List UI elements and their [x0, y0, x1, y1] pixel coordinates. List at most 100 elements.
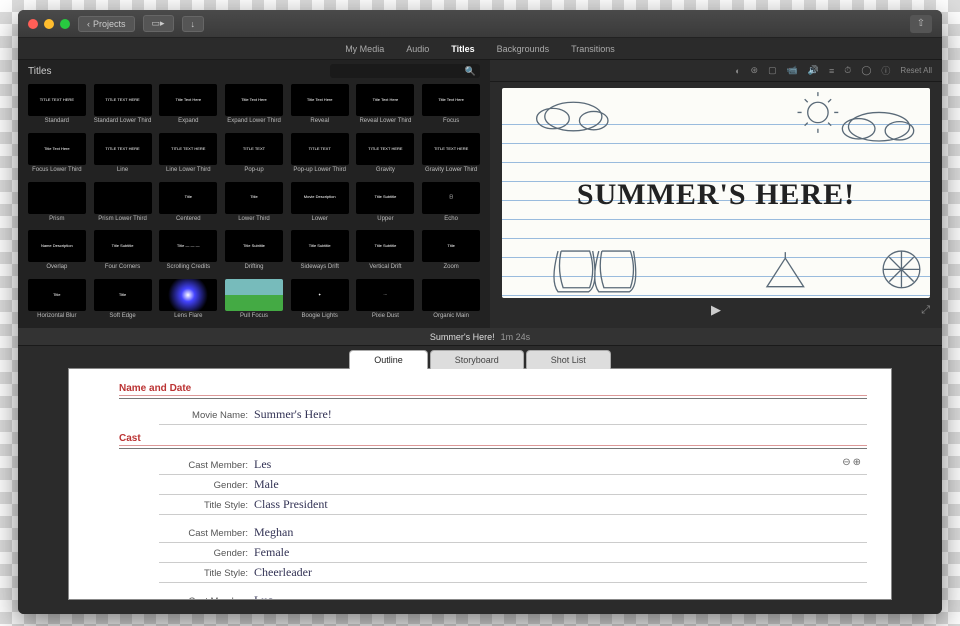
cast-member-row: Cast Member:Les⊖⊕ — [159, 455, 867, 475]
cast-style-value[interactable]: Class President — [254, 497, 328, 512]
cast-style-value[interactable]: Cheerleader — [254, 565, 312, 580]
title-tile[interactable]: TITLE TEXT HERELine Lower Third — [157, 133, 219, 180]
info-icon[interactable]: ⓘ — [881, 64, 890, 77]
title-tile[interactable]: TitleZoom — [420, 230, 482, 277]
title-tile[interactable]: TITLE TEXT HEREGravity Lower Third — [420, 133, 482, 180]
tile-thumb: Title — [225, 182, 283, 214]
title-tile[interactable]: Prism Lower Third — [92, 182, 154, 229]
title-tile[interactable]: Title Text HereFocus — [420, 84, 482, 131]
section-name-date: Name and Date — [119, 383, 867, 396]
title-tile[interactable]: Title Text HereReveal — [289, 84, 351, 131]
title-tile[interactable]: TITLE TEXT HERELine — [92, 133, 154, 180]
media-tab-transitions[interactable]: Transitions — [571, 44, 615, 54]
cast-gender-value[interactable]: Male — [254, 477, 279, 492]
title-tile[interactable]: TITLE TEXTPop-up Lower Third — [289, 133, 351, 180]
import-button[interactable]: ↓ — [182, 16, 205, 32]
reset-all-button[interactable]: Reset All — [900, 66, 932, 75]
tile-thumb: TITLE TEXT HERE — [94, 84, 152, 116]
title-tile[interactable]: TITLE TEXT HEREGravity — [355, 133, 417, 180]
title-tile[interactable]: TitleSoft Edge — [92, 279, 154, 326]
tile-label: Pop-up Lower Third — [293, 167, 346, 173]
title-tile[interactable]: Title Text HereExpand — [157, 84, 219, 131]
media-tab-titles[interactable]: Titles — [451, 44, 474, 54]
tile-thumb: TITLE TEXT HERE — [422, 133, 480, 165]
outline-sheet[interactable]: Name and Date Movie Name: Summer's Here!… — [68, 368, 892, 600]
title-tile[interactable]: Name DescriptionOverlap — [26, 230, 88, 277]
tile-thumb: Title Subtitle — [356, 230, 414, 262]
titlebar: ‹ Projects ▭▸ ↓ ⇧ — [18, 10, 942, 38]
title-tile[interactable]: Lens Flare — [157, 279, 219, 326]
tile-label: Reveal Lower Third — [359, 118, 411, 124]
library-toggle[interactable]: ▭▸ — [143, 15, 174, 32]
title-tile[interactable]: Title SubtitleDrifting — [223, 230, 285, 277]
title-tile[interactable]: Prism — [26, 182, 88, 229]
title-tile[interactable]: Title — — —Scrolling Credits — [157, 230, 219, 277]
tile-label: Prism Lower Third — [98, 216, 147, 222]
tile-label: Lower — [312, 216, 328, 222]
maximize-icon[interactable] — [60, 19, 70, 29]
tile-thumb: Title Text Here — [28, 133, 86, 165]
volume-icon[interactable]: 🔊 — [808, 65, 819, 76]
movie-name-value[interactable]: Summer's Here! — [254, 407, 332, 422]
title-tile[interactable]: Title SubtitleVertical Drift — [355, 230, 417, 277]
title-tile[interactable]: TitleHorizontal Blur — [26, 279, 88, 326]
tile-thumb: TITLE TEXT HERE — [28, 84, 86, 116]
tile-thumb: Title — [159, 182, 217, 214]
title-tile[interactable]: Title SubtitleFour Corners — [92, 230, 154, 277]
cast-member-value[interactable]: Meghan — [254, 525, 293, 540]
tile-thumb: Title — — — — [159, 230, 217, 262]
title-tile[interactable]: ···Pixie Dust — [355, 279, 417, 326]
project-bar: Summer's Here! 1m 24s — [18, 328, 942, 346]
media-tab-backgrounds[interactable]: Backgrounds — [497, 44, 550, 54]
preview-canvas[interactable]: SUMMER'S HERE! — [502, 88, 930, 298]
title-tile[interactable]: Pull Focus — [223, 279, 285, 326]
stabilize-icon[interactable]: 📹 — [787, 65, 798, 76]
preview-toolbar: ◐ ⊛ ▢ 📹 🔊 ≡ ⏱ ◯ ⓘ Reset All — [490, 60, 942, 82]
enhance-icon[interactable]: ◐ — [735, 66, 740, 76]
title-tile[interactable]: TitleLower Third — [223, 182, 285, 229]
title-tile[interactable]: Title Text HereFocus Lower Third — [26, 133, 88, 180]
remove-icon[interactable]: ⊖ — [842, 457, 852, 468]
share-button[interactable]: ⇧ — [910, 15, 932, 33]
title-tile[interactable]: Title SubtitleUpper — [355, 182, 417, 229]
tile-label: Upper — [377, 216, 393, 222]
title-tile[interactable]: TITLE TEXTPop-up — [223, 133, 285, 180]
title-tile[interactable]: TITLE TEXT HEREStandard — [26, 84, 88, 131]
tile-thumb: ··· — [356, 279, 414, 311]
search-input[interactable]: 🔍 — [330, 64, 480, 78]
title-tile[interactable]: Movie Description Lower — [289, 182, 351, 229]
crop-icon[interactable]: ▢ — [768, 65, 777, 76]
noise-icon[interactable]: ≡ — [829, 66, 834, 76]
title-tile[interactable]: Title Text HereExpand Lower Third — [223, 84, 285, 131]
media-tab-audio[interactable]: Audio — [406, 44, 429, 54]
tab-storyboard[interactable]: Storyboard — [430, 350, 524, 369]
minimize-icon[interactable] — [44, 19, 54, 29]
title-tile[interactable]: Title Text HereReveal Lower Third — [355, 84, 417, 131]
tile-thumb: Title Subtitle — [291, 230, 349, 262]
media-tab-my-media[interactable]: My Media — [345, 44, 384, 54]
tile-thumb: Movie Description — [291, 182, 349, 214]
cast-member-row: Cast Member:Meghan — [159, 523, 867, 543]
cast-member-value[interactable]: Les — [254, 457, 271, 472]
add-icon[interactable]: ⊕ — [853, 457, 863, 468]
tile-label: Horizontal Blur — [37, 313, 76, 319]
tab-outline[interactable]: Outline — [349, 350, 428, 369]
color-balance-icon[interactable]: ⊛ — [751, 65, 759, 76]
cast-gender-value[interactable]: Female — [254, 545, 289, 560]
play-button[interactable]: ▶ — [711, 302, 721, 318]
title-tile[interactable]: Organic Main — [420, 279, 482, 326]
filter-icon[interactable]: ◯ — [861, 65, 871, 76]
title-tile[interactable]: 日Echo — [420, 182, 482, 229]
tab-shot-list[interactable]: Shot List — [526, 350, 611, 369]
cast-member-value[interactable]: Luc — [254, 593, 273, 600]
tile-label: Line — [117, 167, 128, 173]
title-tile[interactable]: TitleCentered — [157, 182, 219, 229]
back-button[interactable]: ‹ Projects — [78, 16, 135, 32]
speed-icon[interactable]: ⏱ — [844, 65, 851, 76]
title-tile[interactable]: Title SubtitleSideways Drift — [289, 230, 351, 277]
close-icon[interactable] — [28, 19, 38, 29]
title-tile[interactable]: TITLE TEXT HEREStandard Lower Third — [92, 84, 154, 131]
fullscreen-icon[interactable]: ⤢ — [921, 304, 930, 317]
cast-gender-row: Gender:Female — [159, 543, 867, 563]
title-tile[interactable]: ✦Boogie Lights — [289, 279, 351, 326]
